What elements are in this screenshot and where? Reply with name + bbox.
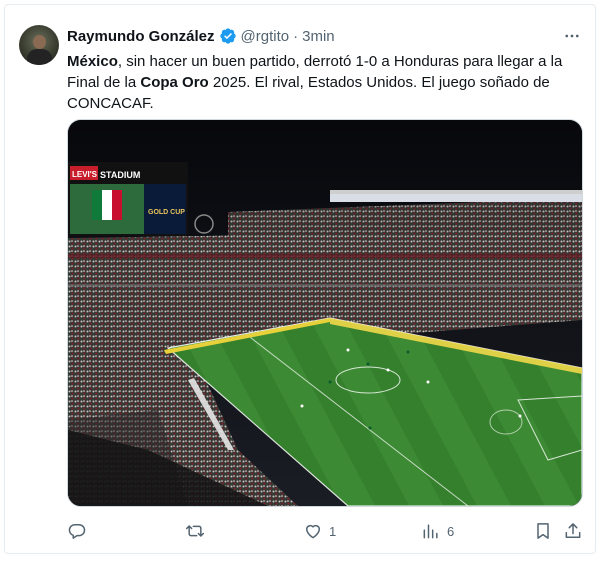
tweet-text-segment: México (67, 53, 118, 70)
views-icon (423, 524, 438, 539)
tweet-actions: 1 6 (67, 519, 583, 543)
tweet-header: Raymundo González @rgtito · 3min (67, 25, 583, 47)
more-icon (565, 34, 579, 38)
author-handle[interactable]: @rgtito (241, 28, 290, 45)
like-icon (306, 524, 320, 539)
avatar-head (33, 35, 46, 49)
retweet-icon (185, 525, 205, 537)
like-count: 1 (329, 523, 337, 539)
tweet-photo[interactable]: LEVI'S STADIUM GOLD CUP (67, 119, 583, 507)
tweet-card[interactable]: Raymundo González @rgtito · 3min México,… (4, 4, 596, 554)
separator-dot: · (293, 27, 299, 45)
like-button[interactable]: 1 (303, 519, 336, 543)
views-count: 6 (447, 523, 455, 539)
bookmark-button[interactable] (533, 519, 553, 543)
share-button[interactable] (563, 519, 583, 543)
stadium-sign: STADIUM (100, 170, 140, 180)
reply-button[interactable] (67, 519, 93, 543)
tweet-text: México, sin hacer un buen partido, derro… (67, 51, 582, 114)
share-icon (565, 523, 581, 538)
bookmark-icon (537, 523, 549, 539)
reply-icon (68, 524, 86, 539)
more-button[interactable] (561, 25, 583, 47)
author-name[interactable]: Raymundo González (67, 28, 215, 45)
stadium-photo: LEVI'S STADIUM GOLD CUP (68, 120, 582, 506)
timestamp[interactable]: 3min (302, 28, 335, 45)
avatar[interactable] (19, 25, 59, 65)
sign-prefix: LEVI'S (72, 170, 98, 179)
tweet-text-segment: Copa Oro (140, 74, 209, 91)
verified-badge-icon (219, 28, 236, 44)
views-button[interactable]: 6 (421, 519, 454, 543)
retweet-button[interactable] (185, 519, 211, 543)
board-text: GOLD CUP (148, 209, 185, 216)
avatar-body (27, 49, 52, 65)
